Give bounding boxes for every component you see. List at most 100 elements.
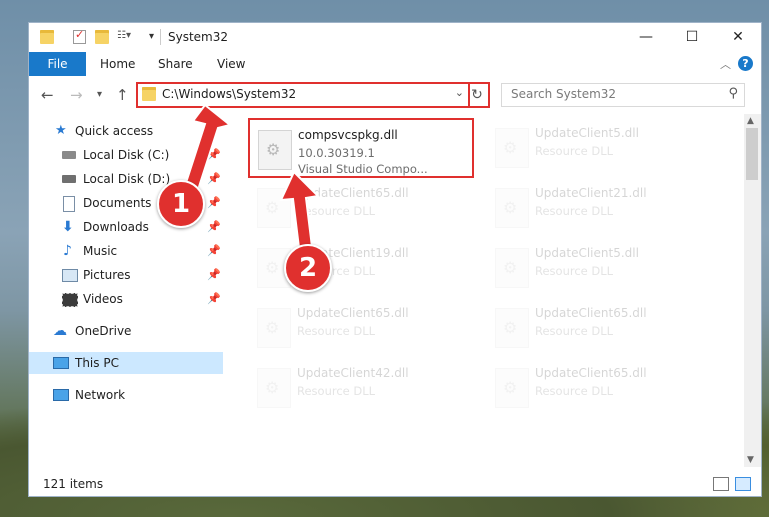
file-description: Resource DLL [297, 324, 376, 338]
sidebar-item-pictures[interactable]: Pictures 📌 [29, 264, 223, 286]
file-explorer-window: ✓ ☷▾ ▾ System32 — ☐ ✕ File Home Share Vi… [29, 23, 761, 496]
navigation-pane: ★ Quick access Local Disk (C:) 📌 Local D… [29, 114, 223, 467]
large-icons-view-icon[interactable] [735, 477, 751, 491]
callout-badge-1: 1 [157, 180, 205, 228]
file-name: UpdateClient42.dll [297, 366, 409, 380]
file-tile-compsvcspkg[interactable]: compsvcspkg.dll 10.0.30319.1 Visual Stud… [248, 118, 474, 178]
scroll-down-arrow-icon[interactable]: ▼ [747, 455, 754, 465]
file-description: Visual Studio Compo... [298, 162, 428, 176]
drive-icon [62, 175, 76, 183]
vertical-scrollbar[interactable]: ▲ ▼ [744, 114, 761, 467]
file-description: Resource DLL [535, 204, 614, 218]
sidebar-item-label: Music [83, 244, 118, 258]
file-tile[interactable]: UpdateClient65.dll Resource DLL [249, 178, 475, 236]
pin-icon[interactable]: 📌 [207, 240, 221, 262]
file-tile[interactable]: UpdateClient5.dll Resource DLL [487, 118, 713, 176]
file-tile[interactable]: UpdateClient5.dll Resource DLL [487, 238, 713, 296]
file-name: UpdateClient65.dll [535, 366, 647, 380]
back-arrow-icon[interactable]: ← [41, 86, 54, 104]
sidebar-item-onedrive[interactable]: ☁ OneDrive [29, 320, 223, 342]
sidebar-item-label: Documents [83, 196, 152, 210]
file-tile[interactable]: UpdateClient65.dll Resource DLL [487, 358, 713, 416]
dll-file-icon [258, 130, 292, 170]
folder-icon [142, 87, 156, 101]
sidebar-item-videos[interactable]: Videos 📌 [29, 288, 223, 310]
file-name: UpdateClient65.dll [535, 306, 647, 320]
music-icon: ♪ [63, 243, 72, 259]
file-tile[interactable]: UpdateClient65.dll Resource DLL [487, 298, 713, 356]
sidebar-item-quick-access[interactable]: ★ Quick access [29, 120, 223, 142]
file-name: compsvcspkg.dll [298, 128, 398, 142]
file-description: Resource DLL [535, 384, 614, 398]
properties-icon[interactable]: ✓ [73, 28, 86, 44]
pin-icon[interactable]: 📌 [207, 216, 221, 238]
maximize-button[interactable]: ☐ [669, 23, 715, 52]
sidebar-item-label: Downloads [83, 220, 149, 234]
file-name: UpdateClient21.dll [535, 186, 647, 200]
help-icon[interactable]: ? [738, 56, 753, 71]
chevron-down-icon[interactable]: ⌄ [455, 86, 464, 99]
tab-home[interactable]: Home [100, 52, 135, 76]
search-icon: ⚲ [728, 86, 738, 101]
sidebar-item-label: Network [75, 388, 126, 402]
file-version: 10.0.30319.1 [298, 146, 375, 160]
ribbon-tabs: File Home Share View ︿ ? [29, 52, 761, 76]
address-bar-row: ← → ▾ ↑ C:\Windows\System32 ⌄ ↻ Search S… [29, 76, 761, 114]
star-icon: ★ [55, 123, 67, 138]
address-path: C:\Windows\System32 [162, 87, 297, 101]
file-name: UpdateClient5.dll [535, 126, 639, 140]
search-input[interactable]: Search System32 ⚲ [501, 83, 745, 107]
status-bar: 121 items [29, 473, 761, 496]
dll-file-icon [495, 368, 529, 408]
file-tile[interactable]: UpdateClient42.dll Resource DLL [249, 358, 475, 416]
pin-icon[interactable]: 📌 [207, 264, 221, 286]
chevron-up-icon[interactable]: ︿ [720, 56, 731, 72]
details-view-icon[interactable] [713, 477, 729, 491]
dll-file-icon [495, 248, 529, 288]
dll-file-icon [495, 128, 529, 168]
downloads-icon: ⬇ [62, 219, 74, 235]
videos-icon [62, 293, 78, 307]
dll-file-icon [257, 368, 291, 408]
address-field[interactable]: C:\Windows\System32 ⌄ [136, 82, 470, 108]
customize-toolbar-icon[interactable]: ☷▾ [117, 30, 131, 41]
title-bar: ✓ ☷▾ ▾ System32 — ☐ ✕ [29, 23, 761, 52]
tab-share[interactable]: Share [158, 52, 193, 76]
tab-file[interactable]: File [29, 52, 86, 76]
pin-icon[interactable]: 📌 [207, 168, 221, 190]
file-name: UpdateClient5.dll [535, 246, 639, 260]
minimize-button[interactable]: — [623, 23, 669, 52]
file-name: UpdateClient65.dll [297, 306, 409, 320]
recent-locations-chevron-icon[interactable]: ▾ [97, 89, 102, 100]
pin-icon[interactable]: 📌 [207, 192, 221, 214]
forward-arrow-icon[interactable]: → [70, 86, 83, 104]
close-button[interactable]: ✕ [715, 23, 761, 52]
sidebar-item-music[interactable]: ♪ Music 📌 [29, 240, 223, 262]
folder-icon [40, 30, 54, 44]
dll-file-icon [495, 188, 529, 228]
pin-icon[interactable]: 📌 [207, 144, 221, 166]
sidebar-item-network[interactable]: Network [29, 384, 223, 406]
new-folder-icon[interactable] [95, 30, 109, 44]
pin-icon[interactable]: 📌 [207, 288, 221, 310]
dll-file-icon [495, 308, 529, 348]
sidebar-item-this-pc[interactable]: This PC [29, 352, 223, 374]
sidebar-item-label: Videos [83, 292, 123, 306]
toolbar-dropdown-icon[interactable]: ▾ [149, 31, 154, 42]
scroll-up-arrow-icon[interactable]: ▲ [747, 116, 754, 126]
sidebar-item-local-disk-c[interactable]: Local Disk (C:) 📌 [29, 144, 223, 166]
file-description: Resource DLL [297, 384, 376, 398]
file-tile[interactable]: UpdateClient21.dll Resource DLL [487, 178, 713, 236]
tab-view[interactable]: View [217, 52, 245, 76]
scrollbar-thumb[interactable] [746, 128, 758, 180]
up-arrow-icon[interactable]: ↑ [116, 86, 129, 104]
documents-icon [63, 196, 75, 212]
file-description: Resource DLL [297, 204, 376, 218]
sidebar-item-label: Pictures [83, 268, 131, 282]
file-tile[interactable]: UpdateClient65.dll Resource DLL [249, 298, 475, 356]
file-tile[interactable]: UpdateClient19.dll Resource DLL [249, 238, 475, 296]
dll-file-icon [257, 308, 291, 348]
refresh-button[interactable]: ↻ [466, 82, 490, 108]
search-placeholder: Search System32 [511, 87, 617, 101]
cloud-icon: ☁ [53, 323, 67, 339]
